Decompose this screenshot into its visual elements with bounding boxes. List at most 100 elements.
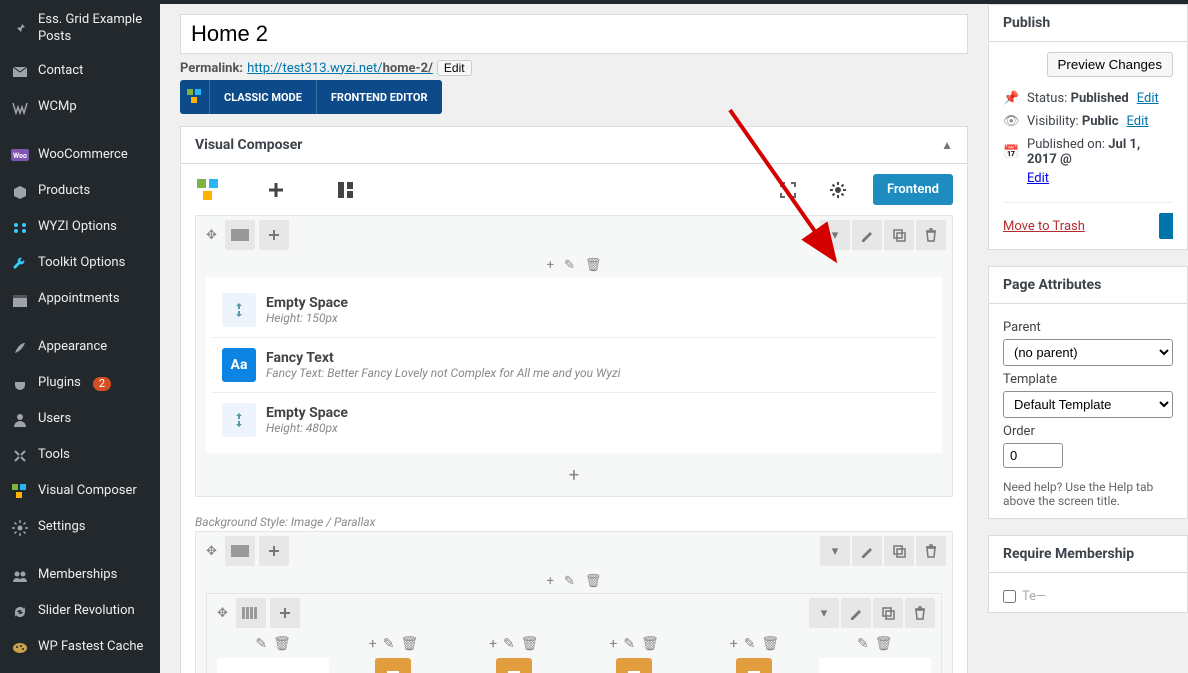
row-columns-button[interactable]: ▾ <box>820 536 850 566</box>
row-delete-button[interactable] <box>916 220 946 250</box>
sidebar-item-products[interactable]: Products <box>0 174 160 210</box>
col-edit-icon[interactable]: ✎ <box>383 636 395 652</box>
sidebar-item-woocommerce[interactable]: WooWooCommerce <box>0 138 160 174</box>
classic-mode-button[interactable]: CLASSIC MODE <box>210 80 317 114</box>
row-clone-button[interactable] <box>884 536 914 566</box>
parent-select[interactable]: (no parent) <box>1003 339 1173 366</box>
col-edit-icon[interactable]: ✎ <box>623 636 635 652</box>
sidebar-item-tools[interactable]: Tools <box>0 438 160 474</box>
sidebar-item-wpide[interactable]: WPide <box>0 666 160 673</box>
sidebar-item-plugins[interactable]: Plugins2 <box>0 366 160 402</box>
col-delete-icon[interactable]: 🗑 <box>641 636 659 652</box>
page-title-input[interactable] <box>180 14 968 54</box>
col-edit-icon[interactable]: ✎ <box>744 636 756 652</box>
update-button[interactable] <box>1159 213 1173 239</box>
fullscreen-button[interactable] <box>773 175 803 205</box>
row-clone-button[interactable] <box>884 220 914 250</box>
col-element-block[interactable] <box>375 658 411 673</box>
edit-status-link[interactable]: Edit <box>1137 91 1159 106</box>
templates-button[interactable] <box>331 175 361 205</box>
move-to-trash-link[interactable]: Move to Trash <box>1003 219 1085 234</box>
vc-icon <box>10 482 30 502</box>
sidebar-item-wp-fastest-cache[interactable]: WP Fastest Cache <box>0 630 160 666</box>
box-icon <box>10 182 30 202</box>
col-prepend-icon[interactable]: + <box>609 636 617 652</box>
permalink-edit-button[interactable]: Edit <box>437 60 472 76</box>
add-element-button[interactable] <box>261 175 291 205</box>
element-desc: Height: 150px <box>266 311 348 325</box>
vc-element[interactable]: Empty SpaceHeight: 480px <box>212 393 936 447</box>
col-delete-icon[interactable]: 🗑 <box>521 636 539 652</box>
inner-edit-icon[interactable]: ✎ <box>564 574 575 589</box>
order-input[interactable] <box>1003 443 1063 468</box>
drag-handle-icon[interactable]: ✥ <box>213 602 232 625</box>
row-delete-button[interactable] <box>916 536 946 566</box>
sidebar-item-toolkit-options[interactable]: Toolkit Options <box>0 246 160 282</box>
preview-button[interactable]: Preview Changes <box>1047 52 1173 77</box>
row-delete-button[interactable] <box>905 598 935 628</box>
col-add-button[interactable]: + <box>217 658 329 673</box>
col-element-block[interactable] <box>616 658 652 673</box>
sidebar-item-label: WCMp <box>38 99 77 116</box>
vc-element[interactable]: Aa Fancy TextFancy Text: Better Fancy Lo… <box>212 338 936 393</box>
col-edit-icon[interactable]: ✎ <box>255 636 267 652</box>
sidebar-item-slider-revolution[interactable]: Slider Revolution <box>0 594 160 630</box>
vc-column: + ✎ 🗑 <box>458 632 570 673</box>
cheetah-icon <box>10 638 30 658</box>
sidebar-item-wcmp[interactable]: WCMp <box>0 90 160 126</box>
inner-delete-icon[interactable]: 🗑 <box>585 258 602 273</box>
panel-toggle-icon[interactable]: ▲ <box>941 138 953 152</box>
inner-edit-icon[interactable]: ✎ <box>564 258 575 273</box>
drag-handle-icon[interactable]: ✥ <box>202 224 221 247</box>
settings-button[interactable] <box>823 175 853 205</box>
row-columns-button[interactable]: ▾ <box>820 220 850 250</box>
sidebar-item-users[interactable]: Users <box>0 402 160 438</box>
frontend-editor-button[interactable]: FRONTEND EDITOR <box>317 80 442 114</box>
row-add-button[interactable] <box>259 220 289 250</box>
row-edit-button[interactable] <box>852 220 882 250</box>
col-prepend-icon[interactable]: + <box>489 636 497 652</box>
col-prepend-icon[interactable]: + <box>730 636 738 652</box>
row-add-button[interactable] <box>270 598 300 628</box>
sidebar-item-wyzi-options[interactable]: WYZI Options <box>0 210 160 246</box>
inner-add-icon[interactable]: + <box>547 574 554 589</box>
col-prepend-icon[interactable]: + <box>369 636 377 652</box>
col-delete-icon[interactable]: 🗑 <box>400 636 418 652</box>
template-select[interactable]: Default Template <box>1003 391 1173 418</box>
row-layout-button[interactable] <box>225 536 255 566</box>
sidebar-item-settings[interactable]: Settings <box>0 510 160 546</box>
permalink-link[interactable]: http://test313.wyzi.net/home-2/ <box>247 61 433 76</box>
row-layout-button[interactable] <box>225 220 255 250</box>
col-element-block[interactable] <box>496 658 532 673</box>
row-layout-button[interactable] <box>236 598 266 628</box>
vc-element[interactable]: Empty SpaceHeight: 150px <box>212 283 936 338</box>
sidebar-item-contact[interactable]: Contact <box>0 54 160 90</box>
row-edit-button[interactable] <box>852 536 882 566</box>
sidebar-item-ess-grid-example-posts[interactable]: Ess. Grid Example Posts <box>0 4 160 54</box>
col-delete-icon[interactable]: 🗑 <box>761 636 779 652</box>
col-add-button[interactable]: + <box>819 658 931 673</box>
add-element-center[interactable]: + <box>196 459 952 492</box>
inner-add-icon[interactable]: + <box>547 258 554 273</box>
sidebar-item-visual-composer[interactable]: Visual Composer <box>0 474 160 510</box>
inner-delete-icon[interactable]: 🗑 <box>585 574 602 589</box>
col-delete-icon[interactable]: 🗑 <box>273 636 291 652</box>
sidebar-item-appearance[interactable]: Appearance <box>0 330 160 366</box>
sidebar-item-appointments[interactable]: Appointments <box>0 282 160 318</box>
drag-handle-icon[interactable]: ✥ <box>202 540 221 563</box>
vc-logo-icon <box>195 177 221 203</box>
vc-column: + ✎ 🗑 <box>578 632 690 673</box>
row-edit-button[interactable] <box>841 598 871 628</box>
membership-checkbox[interactable] <box>1003 590 1016 603</box>
col-delete-icon[interactable]: 🗑 <box>875 636 893 652</box>
col-element-block[interactable] <box>736 658 772 673</box>
sidebar-item-memberships[interactable]: Memberships <box>0 558 160 594</box>
col-edit-icon[interactable]: ✎ <box>857 636 869 652</box>
frontend-button[interactable]: Frontend <box>873 174 953 205</box>
edit-date-link[interactable]: Edit <box>1027 171 1049 186</box>
row-columns-button[interactable]: ▾ <box>809 598 839 628</box>
edit-visibility-link[interactable]: Edit <box>1127 114 1149 129</box>
col-edit-icon[interactable]: ✎ <box>503 636 515 652</box>
row-clone-button[interactable] <box>873 598 903 628</box>
row-add-button[interactable] <box>259 536 289 566</box>
